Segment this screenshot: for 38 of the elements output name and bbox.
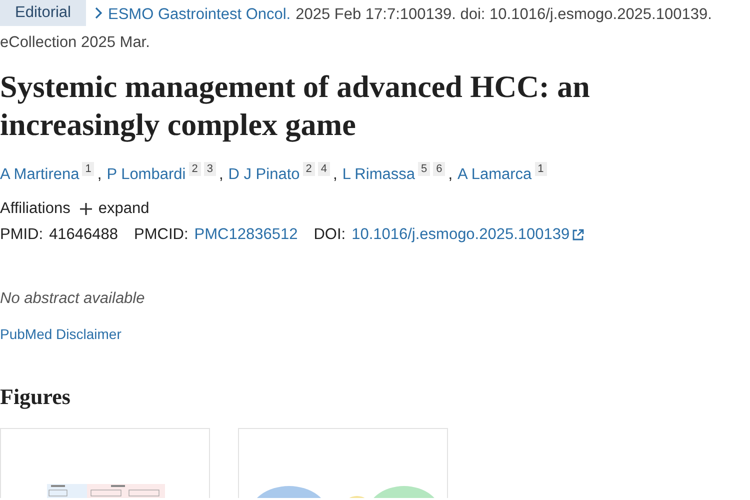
- affiliation-number[interactable]: 2: [302, 162, 315, 176]
- separator-comma: ,: [218, 166, 224, 184]
- figure-thumbnail[interactable]: [0, 428, 210, 498]
- affiliation-number[interactable]: 1: [534, 162, 547, 176]
- separator-comma: ,: [97, 166, 102, 184]
- plus-icon: [80, 203, 92, 215]
- separator-comma: ,: [333, 166, 338, 184]
- affiliation-number[interactable]: 5: [418, 162, 430, 176]
- author-link[interactable]: A Lamarca: [458, 166, 532, 184]
- author-link[interactable]: P Lombardi: [106, 166, 186, 184]
- affiliation-number[interactable]: 1: [82, 162, 94, 176]
- identifier-link[interactable]: 10.1016/j.esmogo.2025.100139: [352, 226, 584, 244]
- figure-thumbnail[interactable]: [238, 428, 448, 498]
- affiliation-number[interactable]: 6: [433, 162, 446, 176]
- identifier-label: PMCID:: [134, 226, 188, 244]
- chevron-right-icon: [94, 7, 103, 19]
- identifier-label: PMID:: [0, 226, 44, 244]
- identifier-label: DOI:: [314, 226, 346, 244]
- article-type-badge: Editorial: [0, 0, 86, 26]
- affiliations-label: Affiliations: [0, 200, 70, 218]
- author-link[interactable]: D J Pinato: [228, 166, 300, 184]
- disclaimer-link[interactable]: PubMed Disclaimer: [0, 326, 122, 342]
- collection-text: eCollection 2025 Mar.: [0, 33, 151, 53]
- figures-heading: Figures: [0, 384, 72, 410]
- affiliation-number[interactable]: 4: [318, 162, 330, 176]
- affiliation-number[interactable]: 3: [204, 162, 216, 176]
- separator-comma: ,: [448, 166, 453, 184]
- affiliation-number[interactable]: 2: [188, 162, 201, 176]
- journal-link[interactable]: ESMO Gastrointest Oncol.: [108, 6, 291, 23]
- expand-toggle[interactable]: expand: [80, 200, 150, 218]
- no-abstract-note: No abstract available: [0, 290, 146, 308]
- identifier-value: 41646488: [49, 226, 118, 244]
- author-link[interactable]: A Martirena: [0, 166, 80, 184]
- author-link[interactable]: L Rimassa: [342, 166, 415, 184]
- external-link-icon: [572, 229, 584, 241]
- article-title: Systemic management of advanced HCC: an increasingly complex game: [0, 68, 591, 144]
- identifier-link[interactable]: PMC12836512: [194, 226, 298, 244]
- citation-text: 2025 Feb 17:7:100139. doi: 10.1016/j.esmogo.2025.100139.: [296, 6, 712, 23]
